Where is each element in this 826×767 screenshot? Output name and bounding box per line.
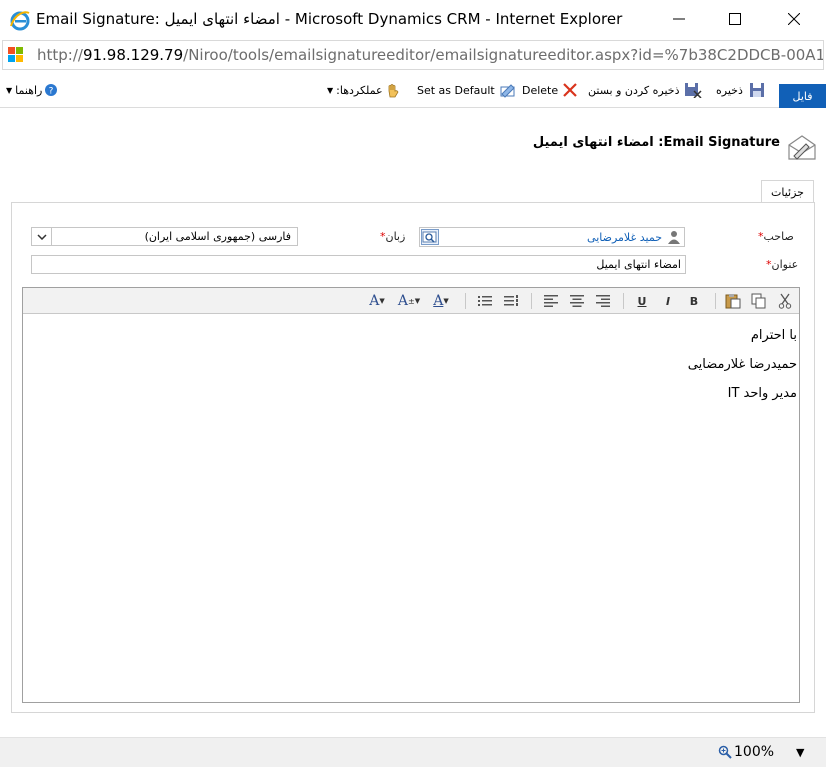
maximize-button[interactable] — [712, 0, 758, 38]
minimize-button[interactable] — [656, 0, 702, 38]
align-center-button[interactable] — [567, 292, 587, 310]
underline-button[interactable]: U — [633, 292, 651, 310]
close-icon — [788, 13, 800, 25]
minimize-icon — [673, 18, 685, 20]
record-header: Email Signature: امضاء انتهای ایمیل — [0, 118, 826, 168]
file-button[interactable]: فایل — [779, 84, 826, 108]
editor-line: با احترام — [750, 328, 797, 343]
editor-line: مدیر واحد IT — [727, 386, 797, 401]
paste-button[interactable] — [723, 292, 743, 310]
font-face-button[interactable]: A ▼ — [363, 292, 391, 310]
tab-details[interactable]: جزئیات — [761, 180, 814, 204]
align-right-icon — [596, 295, 610, 307]
help-icon: ? — [45, 84, 58, 97]
page-title: Email Signature: امضاء انتهای ایمیل — [532, 135, 780, 150]
bullet-list-icon — [478, 296, 492, 306]
copy-icon — [751, 293, 766, 309]
chevron-down-icon: ▼ — [6, 85, 13, 95]
editor-line: حمیدرضا غلارمضایی — [687, 357, 797, 372]
address-url: http://91.98.129.79/Niroo/tools/emailsig… — [37, 46, 823, 64]
command-ribbon: فایل ذخیره ذخیره کردن و بستن Delete Set … — [0, 72, 826, 108]
align-right-button[interactable] — [593, 292, 613, 310]
dropdown-chevron-icon — [32, 228, 52, 245]
maximize-icon — [729, 13, 741, 25]
align-left-button[interactable] — [541, 292, 561, 310]
title-input[interactable]: امضاء انتهای ایمیل — [31, 255, 686, 274]
italic-button[interactable]: I — [659, 292, 677, 310]
chevron-down-icon: ▼ — [796, 745, 805, 759]
internet-explorer-icon — [10, 11, 30, 31]
align-center-icon — [570, 295, 584, 307]
title-label: عنوان* — [766, 258, 799, 271]
close-button[interactable] — [771, 0, 817, 38]
user-icon — [668, 231, 680, 244]
save-icon — [749, 83, 764, 97]
language-label: زبان* — [380, 230, 406, 243]
microsoft-logo-icon — [8, 47, 24, 63]
font-size-button[interactable]: A ± ▼ — [395, 292, 423, 310]
window-title: Email Signature: امضاء انتهای ایمیل - Mi… — [36, 10, 623, 28]
address-field[interactable]: http://91.98.129.79/Niroo/tools/emailsig… — [2, 40, 824, 70]
language-value: فارسی (جمهوری اسلامی ایران) — [144, 230, 291, 243]
set-as-default-button[interactable]: Set as Default — [417, 81, 517, 99]
owner-label: صاحب* — [758, 230, 794, 243]
toolbar-separator — [531, 293, 532, 309]
title-bar: Email Signature: امضاء انتهای ایمیل - Mi… — [0, 0, 826, 38]
zoom-level: 100% — [734, 744, 775, 760]
toolbar-separator — [623, 293, 624, 309]
zoom-icon — [718, 745, 732, 759]
help-menu[interactable]: ? راهنما ▼ — [6, 81, 58, 99]
bullet-list-button[interactable] — [475, 292, 495, 310]
status-bar: 100% ▼ — [0, 737, 826, 767]
editor-toolbar: A ▼ A ± ▼ A ▼ U I B — [23, 288, 799, 314]
scissors-icon — [778, 293, 792, 309]
zoom-control[interactable]: 100% ▼ — [718, 744, 805, 760]
save-close-icon — [684, 83, 702, 98]
font-color-button[interactable]: A ▼ — [427, 292, 455, 310]
numbered-list-button[interactable] — [501, 292, 521, 310]
email-signature-icon — [788, 135, 816, 160]
align-left-icon — [544, 295, 558, 307]
signature-editor: A ▼ A ± ▼ A ▼ U I B با احترام حمیدرضا غل… — [22, 287, 800, 703]
owner-value[interactable]: حمید غلامرضایی — [587, 231, 662, 244]
save-and-close-button[interactable]: ذخیره کردن و بستن — [588, 81, 702, 99]
svg-text:?: ? — [49, 87, 54, 97]
set-default-icon — [500, 84, 515, 98]
delete-icon — [563, 83, 577, 97]
numbered-list-icon — [504, 295, 518, 306]
lookup-icon — [422, 231, 437, 243]
paste-icon — [725, 294, 741, 309]
cut-button[interactable] — [775, 292, 795, 310]
owner-lookup[interactable]: حمید غلامرضایی — [419, 227, 685, 247]
copy-button[interactable] — [749, 292, 769, 310]
toolbar-separator — [465, 293, 466, 309]
save-button[interactable]: ذخیره — [716, 81, 765, 99]
lookup-button[interactable] — [421, 229, 439, 245]
actions-hand-icon — [388, 84, 399, 98]
chevron-down-icon: ▼ — [327, 85, 334, 95]
language-select[interactable]: فارسی (جمهوری اسلامی ایران) — [31, 227, 298, 246]
toolbar-separator — [715, 293, 716, 309]
delete-button[interactable]: Delete — [522, 81, 578, 99]
actions-menu[interactable]: عملکردها: ▼ — [327, 81, 401, 99]
editor-content[interactable]: با احترام حمیدرضا غلارمضایی مدیر واحد IT — [23, 315, 799, 702]
address-bar: http://91.98.129.79/Niroo/tools/emailsig… — [0, 38, 826, 72]
bold-button[interactable]: B — [685, 292, 703, 310]
